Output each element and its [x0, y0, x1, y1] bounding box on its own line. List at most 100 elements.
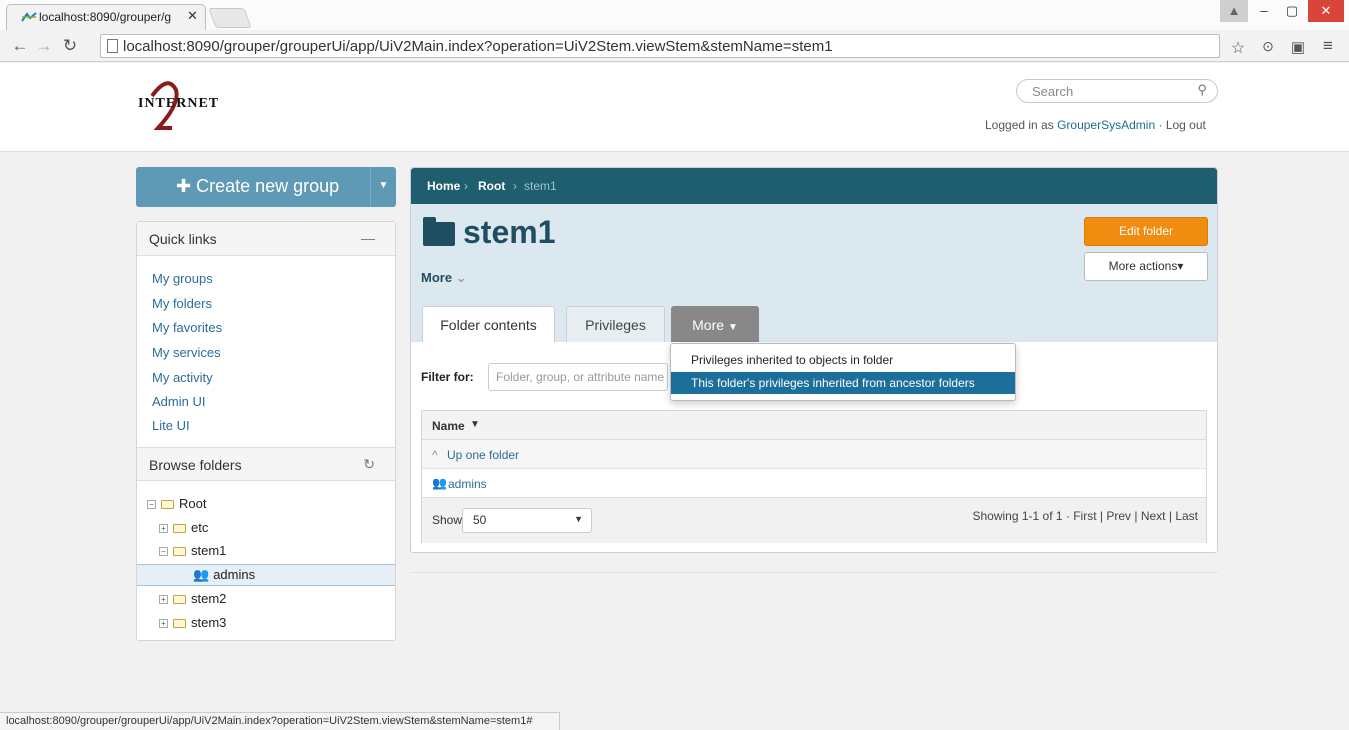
admins-link[interactable]: admins	[448, 477, 487, 491]
browser-tab-title: localhost:8090/grouper/g	[39, 10, 172, 24]
quick-link-my-favorites[interactable]: My favorites	[152, 320, 222, 335]
expand-icon[interactable]: +	[159, 524, 168, 534]
new-tab-button[interactable]	[208, 8, 252, 28]
extension-square-icon[interactable]: ▣	[1288, 38, 1308, 56]
tree-node-label: Root	[179, 496, 207, 511]
search-icon[interactable]: ⚲	[1197, 82, 1207, 98]
page-icon	[107, 39, 118, 53]
prev-page-link[interactable]: Prev	[1106, 509, 1131, 523]
more-link[interactable]: More ⌄	[421, 270, 467, 286]
back-icon[interactable]: ←	[10, 36, 30, 56]
page-size-value: 50	[473, 513, 487, 527]
quick-link-my-folders[interactable]: My folders	[152, 296, 212, 311]
caret-down-icon: ▾	[1177, 259, 1184, 273]
edit-folder-button[interactable]: Edit folder	[1084, 217, 1208, 246]
plus-icon: ✚	[176, 176, 197, 196]
table-row[interactable]: ^ Up one folder	[422, 440, 1206, 469]
menu-icon[interactable]: ≡	[1318, 36, 1338, 56]
refresh-icon[interactable]: ↻	[363, 456, 375, 473]
internet2-logo[interactable]: INTERNET	[138, 96, 219, 112]
search-input[interactable]: Search ⚲	[1016, 79, 1218, 103]
table-header[interactable]: Name ▼	[422, 411, 1206, 440]
create-new-group-label: Create new group	[196, 176, 340, 196]
browse-folders-title: Browse folders	[149, 457, 242, 473]
sidebar-panel: Quick links — My groups My folders My fa…	[136, 221, 396, 641]
extension-icon[interactable]: ⊙	[1258, 38, 1278, 55]
breadcrumb-home[interactable]: Home	[427, 179, 460, 193]
tree-node-etc[interactable]: + etc	[159, 520, 208, 535]
tree-node-stem3[interactable]: + stem3	[159, 615, 226, 630]
bookmark-star-icon[interactable]: ☆	[1228, 38, 1248, 58]
tab-more-label: More	[692, 317, 725, 333]
collapse-icon[interactable]: −	[159, 547, 168, 557]
tree-node-stem2[interactable]: + stem2	[159, 591, 226, 606]
collapse-icon[interactable]: −	[147, 500, 156, 510]
create-new-group-button[interactable]: ✚ Create new group ▼	[136, 167, 396, 207]
folder-icon	[173, 619, 186, 629]
browser-tab[interactable]: localhost:8090/grouper/g ✕	[6, 4, 206, 30]
first-page-link[interactable]: First	[1073, 509, 1096, 523]
create-dropdown-caret-icon[interactable]: ▼	[370, 167, 396, 207]
caret-down-icon: ▼	[727, 322, 738, 333]
breadcrumb: Home › Root › stem1	[411, 168, 1217, 204]
quick-link-lite-ui[interactable]: Lite UI	[152, 418, 190, 433]
menu-item-privileges-inherited-to-objects[interactable]: Privileges inherited to objects in folde…	[671, 349, 1015, 371]
quick-links-header[interactable]: Quick links —	[137, 222, 395, 256]
name-column-header[interactable]: Name	[432, 419, 465, 433]
menu-item-privileges-inherited-from-ancestors[interactable]: This folder's privileges inherited from …	[671, 372, 1015, 394]
tab-folder-contents[interactable]: Folder contents	[422, 306, 555, 342]
quick-link-admin-ui[interactable]: Admin UI	[152, 394, 205, 409]
tree-node-admins[interactable]: 👥 admins	[193, 567, 255, 583]
logout-link[interactable]: Log out	[1166, 118, 1206, 132]
table-row[interactable]: 👥 admins	[422, 469, 1206, 498]
tree-selection-highlight	[137, 564, 395, 586]
last-page-link[interactable]: Last	[1175, 509, 1198, 523]
logged-in-label: Logged in as	[985, 118, 1054, 132]
quick-link-my-groups[interactable]: My groups	[152, 271, 213, 286]
open-folder-icon	[161, 500, 174, 510]
breadcrumb-separator-icon: ›	[464, 179, 468, 193]
login-status: Logged in as GrouperSysAdmin · Log out	[985, 118, 1206, 132]
forward-icon[interactable]: →	[34, 36, 54, 56]
reload-icon[interactable]: ↻	[60, 36, 80, 56]
group-icon: 👥	[193, 567, 210, 582]
chevron-down-icon: ⌄	[455, 270, 467, 285]
quick-link-my-activity[interactable]: My activity	[152, 370, 213, 385]
tree-node-root[interactable]: − Root	[147, 496, 206, 511]
divider	[410, 572, 1218, 573]
user-link[interactable]: GrouperSysAdmin	[1057, 118, 1155, 132]
tab-more[interactable]: More ▼	[671, 306, 759, 342]
close-tab-icon[interactable]: ✕	[187, 8, 198, 24]
browse-folders-header: Browse folders ↻	[137, 447, 395, 481]
breadcrumb-root[interactable]: Root	[478, 179, 505, 193]
profile-icon[interactable]: ▲	[1220, 0, 1248, 22]
filter-label: Filter for:	[421, 370, 474, 384]
up-one-folder-link[interactable]: Up one folder	[447, 448, 519, 462]
more-dropdown-menu: Privileges inherited to objects in folde…	[670, 343, 1016, 401]
folder-icon	[423, 217, 455, 246]
quick-link-my-services[interactable]: My services	[152, 345, 221, 360]
address-bar[interactable]: localhost:8090/grouper/grouperUi/app/UiV…	[100, 34, 1220, 58]
restore-icon[interactable]: ▢	[1278, 0, 1306, 22]
more-actions-label: More actions	[1108, 259, 1178, 273]
breadcrumb-current: stem1	[524, 179, 557, 193]
collapse-icon[interactable]: —	[361, 230, 375, 246]
close-window-icon[interactable]: ✕	[1308, 0, 1344, 22]
tab-privileges[interactable]: Privileges	[566, 306, 665, 342]
tree-node-label: stem3	[191, 615, 227, 630]
minimize-icon[interactable]: –	[1250, 0, 1278, 22]
more-actions-button[interactable]: More actions▾	[1084, 252, 1208, 281]
tree-node-stem1[interactable]: − stem1	[159, 543, 226, 558]
pagination: Showing 1-1 of 1 · First | Prev | Next |…	[972, 509, 1198, 523]
expand-icon[interactable]: +	[159, 619, 168, 629]
filter-input[interactable]: Folder, group, or attribute name	[488, 363, 668, 391]
next-page-link[interactable]: Next	[1141, 509, 1166, 523]
contents-table: Name ▼ ^ Up one folder 👥 admins Show: 50 ▼ S…	[421, 410, 1207, 543]
open-folder-icon	[173, 547, 186, 557]
select-caret-icon: ▼	[574, 514, 583, 524]
page-size-select[interactable]: 50 ▼	[462, 508, 592, 533]
separator: ·	[1158, 118, 1163, 132]
up-chevron-icon: ^	[432, 448, 438, 462]
tree-node-label: stem1	[191, 543, 227, 558]
expand-icon[interactable]: +	[159, 595, 168, 605]
